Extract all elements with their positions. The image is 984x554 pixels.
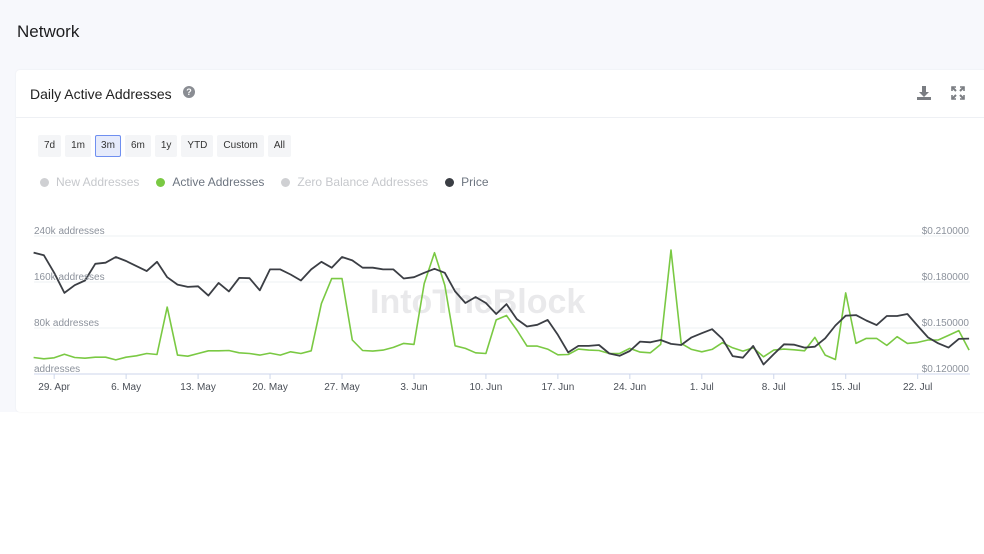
- right-axis-tick-label: $0.210000: [922, 226, 970, 237]
- left-axis-tick-label: addresses: [34, 364, 80, 375]
- series-line-price: [33, 251, 970, 366]
- x-axis-tick-label: 20. May: [252, 382, 288, 393]
- line-chart: IntoTheBlock addresses 80k addresses 160k …: [33, 226, 970, 393]
- x-axis-tick-label: 27. May: [324, 382, 360, 393]
- x-axis-tick-label: 22. Jul: [903, 382, 932, 393]
- left-axis-tick-label: 80k addresses: [34, 318, 99, 329]
- x-axis-tick-label: 24. Jun: [613, 382, 646, 393]
- right-axis-tick-label: $0.120000: [922, 364, 970, 375]
- x-axis-tick-label: 17. Jun: [541, 382, 574, 393]
- right-axis-tick-label: $0.150000: [922, 318, 970, 329]
- x-axis-tick-label: 15. Jul: [831, 382, 860, 393]
- x-axis-tick-label: 29. Apr: [38, 382, 70, 393]
- left-axis-tick-label: 240k addresses: [34, 226, 105, 237]
- x-axis-tick-label: 1. Jul: [690, 382, 714, 393]
- left-axis-tick-label: 160k addresses: [34, 272, 105, 283]
- x-axis-tick-label: 10. Jun: [470, 382, 503, 393]
- watermark-logo: IntoTheBlock: [370, 283, 585, 321]
- x-axis-tick-label: 13. May: [180, 382, 216, 393]
- x-axis-tick-label: 3. Jun: [400, 382, 427, 393]
- x-axis-tick-label: 8. Jul: [762, 382, 786, 393]
- right-axis-tick-label: $0.180000: [922, 272, 970, 283]
- x-axis-tick-label: 6. May: [111, 382, 141, 393]
